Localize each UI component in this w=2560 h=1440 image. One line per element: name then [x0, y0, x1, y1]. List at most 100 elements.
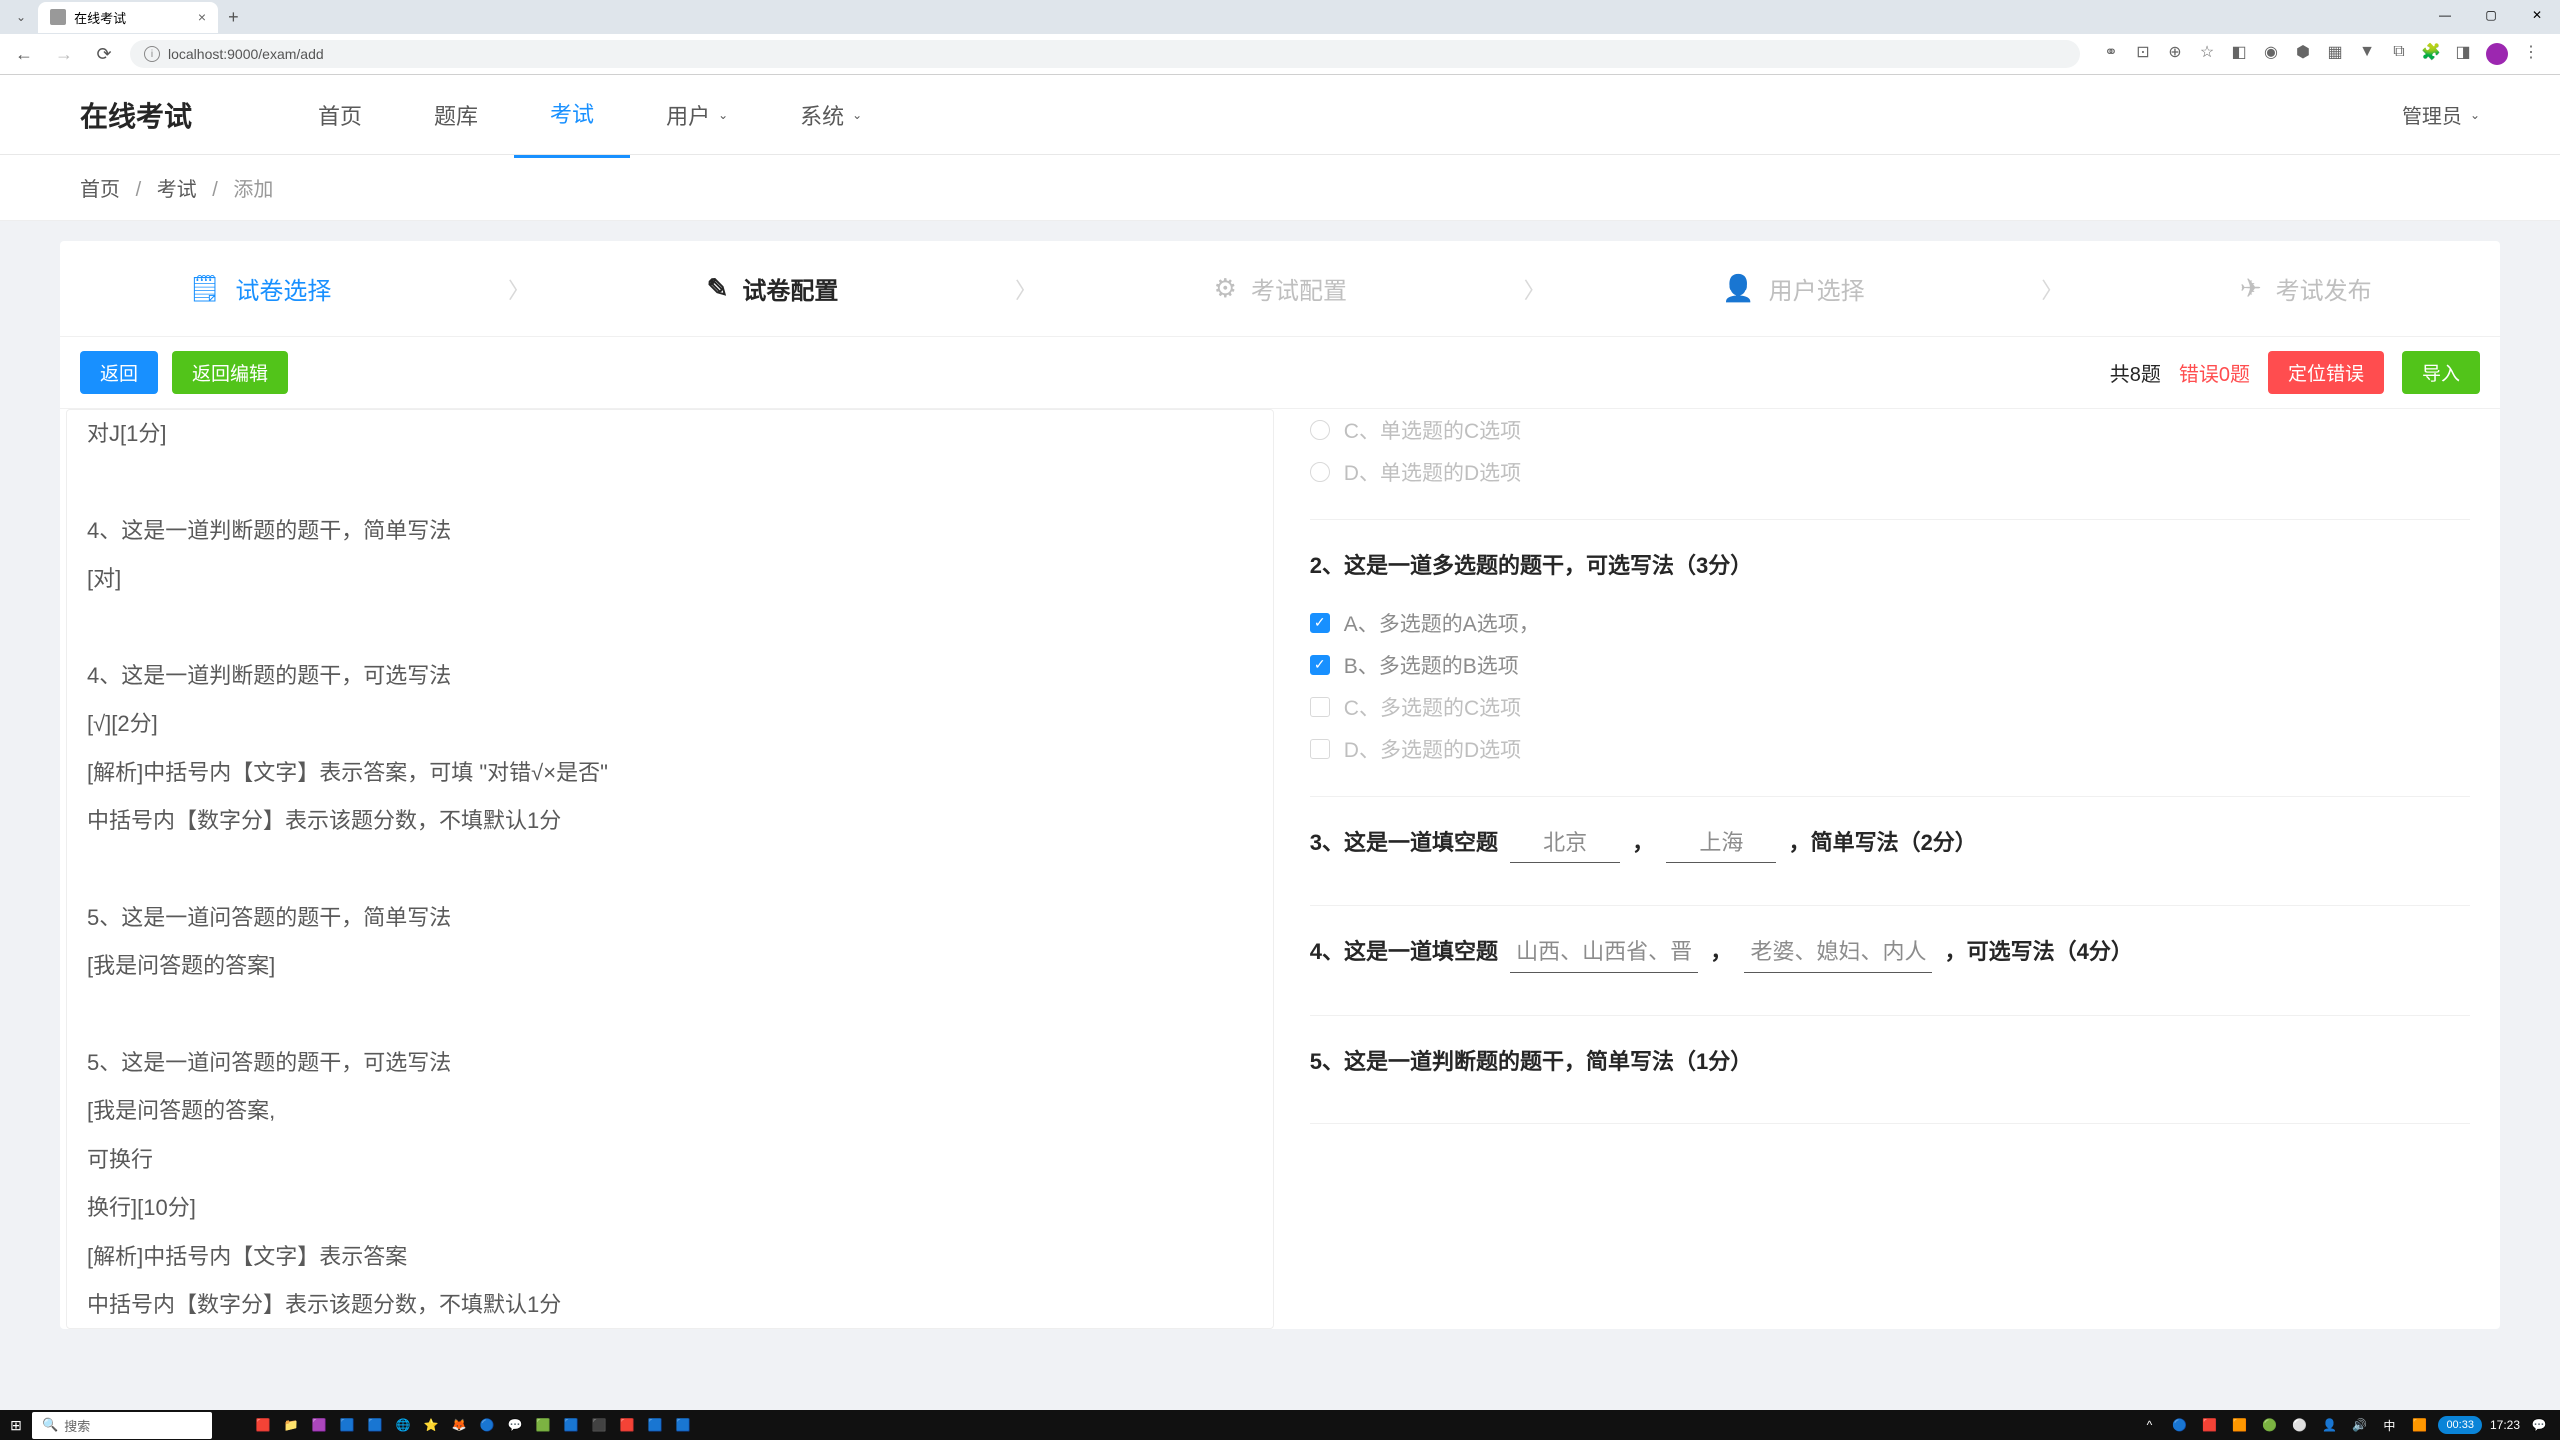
search-placeholder: 搜索 [64, 1416, 90, 1435]
recording-badge[interactable]: 00:33 [2438, 1416, 2482, 1434]
browser-tab[interactable]: 在线考试 × [38, 2, 218, 33]
window-minimize[interactable]: — [2422, 0, 2468, 30]
nav-exam[interactable]: 考试 [514, 71, 630, 158]
chevron-right-icon: 〉 [1015, 273, 1037, 305]
chevron-right-icon: 〉 [1524, 273, 1546, 305]
source-text-pane[interactable]: 对J[1分] 4、这是一道判断题的题干，简单写法 [对] 4、这是一道判断题的题… [66, 409, 1274, 1329]
window-maximize[interactable]: ▢ [2468, 0, 2514, 30]
tab-close-icon[interactable]: × [198, 9, 206, 25]
menu-icon[interactable]: ⋮ [2522, 43, 2540, 61]
nav-question-bank[interactable]: 题库 [398, 71, 514, 158]
source-text[interactable]: 对J[1分] 4、这是一道判断题的题干，简单写法 [对] 4、这是一道判断题的题… [87, 410, 1253, 1329]
start-button[interactable]: ⊞ [0, 1417, 32, 1434]
app-icon[interactable]: 🟥 [616, 1414, 638, 1436]
new-tab-button[interactable]: + [218, 3, 249, 32]
import-button[interactable]: 导入 [2402, 351, 2480, 394]
step-paper-config[interactable]: ✎试卷配置 [707, 271, 839, 306]
step-user-select[interactable]: 👤用户选择 [1722, 271, 1864, 306]
q1-option-d[interactable]: D、单选题的D选项 [1310, 451, 2470, 493]
profile-avatar[interactable] [2486, 43, 2508, 65]
app-icon[interactable]: 💬 [504, 1414, 526, 1436]
forward-button[interactable]: → [50, 44, 78, 65]
tray-ime[interactable]: 中 [2378, 1414, 2400, 1436]
tray-icon[interactable]: 🟧 [2228, 1414, 2250, 1436]
tray-icon[interactable]: 🔊 [2348, 1414, 2370, 1436]
tab-list-dropdown[interactable]: ⌄ [8, 6, 34, 28]
nav-home[interactable]: 首页 [282, 71, 398, 158]
tray-icon[interactable]: 🟢 [2258, 1414, 2280, 1436]
clock[interactable]: 17:23 [2490, 1418, 2520, 1432]
url-text: localhost:9000/exam/add [168, 46, 324, 62]
app-icon[interactable]: ⭐ [420, 1414, 442, 1436]
app-icon[interactable]: 🔵 [476, 1414, 498, 1436]
q4-blank-2[interactable]: 老婆、媳妇、内人 [1744, 932, 1932, 973]
notifications-icon[interactable]: 💬 [2528, 1414, 2550, 1436]
app-icon[interactable]: 🟩 [532, 1414, 554, 1436]
q4-blank-1[interactable]: 山西、山西省、晋 [1510, 932, 1698, 973]
step-publish[interactable]: ✈考试发布 [2240, 271, 2372, 306]
ext-1-icon[interactable]: ◧ [2230, 43, 2248, 61]
step-paper-select[interactable]: 🗒试卷选择 [188, 271, 331, 306]
tray-icon[interactable]: 🟧 [2408, 1414, 2430, 1436]
q2-option-d[interactable]: D、多选题的D选项 [1310, 728, 2470, 770]
ext-5-icon[interactable]: ▼ [2358, 43, 2376, 61]
q2-option-a[interactable]: ✓A、多选题的A选项， [1310, 602, 2470, 644]
breadcrumb-sep: / [136, 179, 142, 201]
tray-icon[interactable]: ⚪ [2288, 1414, 2310, 1436]
app-icon[interactable]: 🟦 [364, 1414, 386, 1436]
radio-icon [1310, 462, 1330, 482]
locate-error-button[interactable]: 定位错误 [2268, 351, 2384, 394]
preview-pane[interactable]: C、单选题的C选项 D、单选题的D选项 2、这是一道多选题的题干，可选写法（3分… [1280, 409, 2500, 1329]
nav-system[interactable]: 系统⌄ [764, 71, 898, 158]
breadcrumb-home[interactable]: 首页 [80, 179, 120, 201]
q3-blank-2[interactable]: 上海 [1666, 823, 1776, 864]
extensions-icon[interactable]: 🧩 [2422, 43, 2440, 61]
ext-3-icon[interactable]: ⬢ [2294, 43, 2312, 61]
radio-icon [1310, 420, 1330, 440]
question-4: 4、这是一道填空题 山西、山西省、晋 ， 老婆、媳妇、内人 ，可选写法（4分） [1310, 906, 2470, 1016]
reload-button[interactable]: ⟳ [90, 44, 118, 65]
app-icon[interactable]: 🟦 [644, 1414, 666, 1436]
taskbar-search[interactable]: 🔍 搜索 [32, 1412, 212, 1439]
app-icon[interactable]: ⬛ [588, 1414, 610, 1436]
step-exam-config[interactable]: ⚙考试配置 [1214, 271, 1347, 306]
back-edit-button[interactable]: 返回编辑 [172, 351, 288, 394]
ext-4-icon[interactable]: ▦ [2326, 43, 2344, 61]
user-menu[interactable]: 管理员⌄ [2402, 100, 2480, 129]
bookmark-icon[interactable]: ☆ [2198, 43, 2216, 61]
back-button[interactable]: 返回 [80, 351, 158, 394]
app-icon[interactable]: 🟪 [308, 1414, 330, 1436]
site-info-icon[interactable]: i [144, 46, 160, 62]
app-icon[interactable]: 🟦 [336, 1414, 358, 1436]
tray-icon[interactable]: 🟥 [2198, 1414, 2220, 1436]
checkbox-checked-icon: ✓ [1310, 613, 1330, 633]
app-icon[interactable]: 🟦 [560, 1414, 582, 1436]
app-icon[interactable]: 📁 [280, 1414, 302, 1436]
tray-icon[interactable]: 👤 [2318, 1414, 2340, 1436]
sidepanel-icon[interactable]: ◨ [2454, 43, 2472, 61]
url-bar[interactable]: i localhost:9000/exam/add [130, 40, 2080, 68]
ext-6-icon[interactable]: ⧉ [2390, 43, 2408, 61]
app-icon[interactable]: 🟥 [252, 1414, 274, 1436]
ext-translate-icon[interactable]: ⊡ [2134, 43, 2152, 61]
window-close[interactable]: ✕ [2514, 0, 2560, 30]
page-header: 在线考试 首页 题库 考试 用户⌄ 系统⌄ 管理员⌄ [0, 75, 2560, 155]
app-icon[interactable]: 🟦 [672, 1414, 694, 1436]
back-button[interactable]: ← [10, 44, 38, 65]
user-icon: 👤 [1722, 273, 1754, 304]
ext-link-icon[interactable]: ⚭ [2102, 43, 2120, 61]
ext-zoom-icon[interactable]: ⊕ [2166, 43, 2184, 61]
browser-chrome: — ▢ ✕ ⌄ 在线考试 × + ← → ⟳ i localhost:9000/… [0, 0, 2560, 75]
breadcrumb-exam[interactable]: 考试 [157, 179, 197, 201]
app-icon[interactable]: 🦊 [448, 1414, 470, 1436]
ext-2-icon[interactable]: ◉ [2262, 43, 2280, 61]
app-icon[interactable]: 🌐 [392, 1414, 414, 1436]
q2-option-b[interactable]: ✓B、多选题的B选项 [1310, 644, 2470, 686]
q2-option-c[interactable]: C、多选题的C选项 [1310, 686, 2470, 728]
q3-blank-1[interactable]: 北京 [1510, 823, 1620, 864]
nav-user[interactable]: 用户⌄ [630, 71, 764, 158]
tray-icon[interactable]: 🔵 [2168, 1414, 2190, 1436]
question-count: 共8题 [2110, 358, 2161, 387]
tray-expand-icon[interactable]: ^ [2138, 1414, 2160, 1436]
q1-option-c[interactable]: C、单选题的C选项 [1310, 409, 2470, 451]
